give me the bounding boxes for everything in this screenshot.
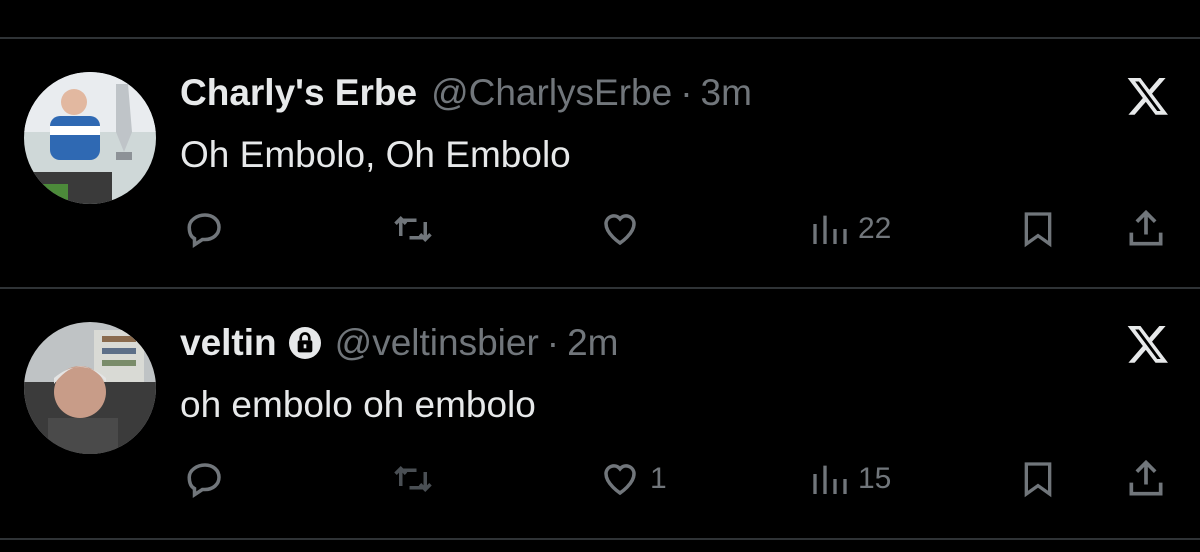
tweet-header: veltin @veltinsbier · 2m [180, 318, 619, 368]
tweet-text: oh embolo oh embolo [180, 384, 536, 425]
x-logo-icon[interactable] [1126, 322, 1170, 366]
heart-icon [604, 464, 636, 496]
retweet-icon [394, 216, 432, 242]
views-button[interactable]: 15 [810, 454, 891, 504]
bookmark-icon [1024, 212, 1052, 248]
reply-icon [187, 463, 221, 499]
like-button[interactable] [598, 204, 650, 254]
bookmark-icon [1024, 462, 1052, 498]
timestamp[interactable]: 3m [701, 72, 752, 114]
avatar[interactable] [24, 322, 156, 454]
tweet-header: Charly's Erbe @CharlysErbe · 3m [180, 68, 752, 118]
like-button[interactable]: 1 [598, 454, 667, 504]
share-icon [1129, 459, 1163, 496]
reply-button[interactable] [184, 204, 234, 254]
tweet-actions: 1 15 [0, 454, 1200, 504]
bookmark-button[interactable] [1018, 204, 1058, 254]
x-logo-icon[interactable] [1126, 74, 1170, 118]
avatar-photo-image [24, 322, 156, 454]
views-icon [813, 465, 847, 494]
timestamp[interactable]: 2m [567, 322, 618, 364]
display-name[interactable]: Charly's Erbe [180, 72, 417, 114]
retweet-button[interactable] [390, 454, 444, 504]
views-icon [813, 215, 847, 244]
share-button[interactable] [1124, 204, 1168, 254]
like-count: 1 [650, 462, 667, 495]
views-button[interactable]: 22 [810, 204, 891, 254]
tweet-divider [0, 287, 1200, 289]
bookmark-button[interactable] [1018, 454, 1058, 504]
bottom-divider [0, 538, 1200, 540]
reply-icon [187, 213, 221, 249]
views-count: 22 [858, 212, 892, 245]
share-icon [1129, 209, 1163, 246]
top-divider [0, 37, 1200, 39]
avatar-photo-image [24, 72, 156, 204]
tweet-actions: 22 [0, 204, 1200, 254]
separator-dot: · [546, 322, 560, 363]
avatar[interactable] [24, 72, 156, 204]
heart-icon [604, 214, 636, 246]
user-handle[interactable]: @veltinsbier [335, 322, 539, 364]
protected-account-lock-icon [288, 326, 321, 360]
retweet-button[interactable] [390, 204, 444, 254]
share-button[interactable] [1124, 454, 1168, 504]
views-count: 15 [858, 462, 892, 495]
display-name[interactable]: veltin [180, 322, 277, 364]
retweet-icon [394, 466, 432, 492]
tweet-text: Oh Embolo, Oh Embolo [180, 134, 571, 175]
user-handle[interactable]: @CharlysErbe [431, 72, 672, 114]
reply-button[interactable] [184, 454, 234, 504]
separator-dot: · [680, 72, 693, 113]
